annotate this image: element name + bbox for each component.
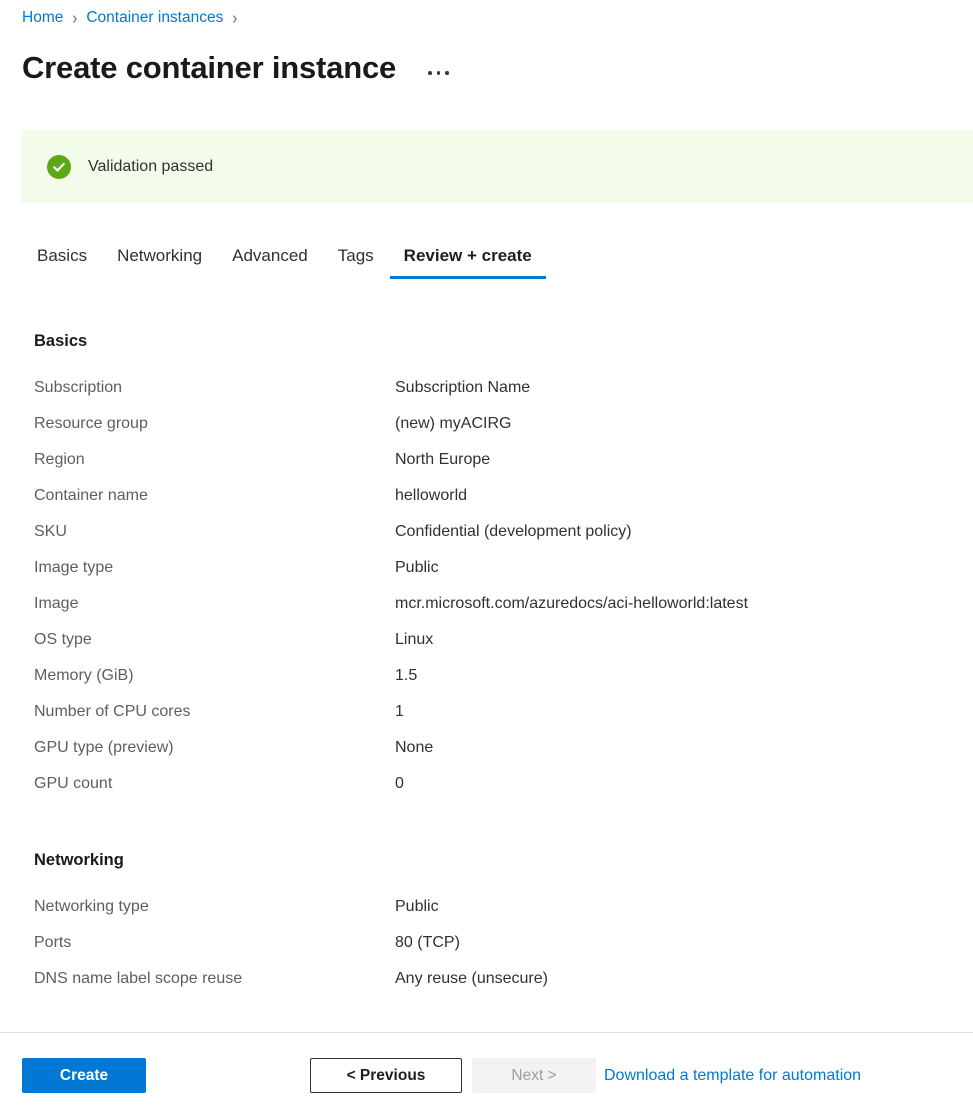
detail-value: helloworld xyxy=(395,487,467,505)
detail-value: 1.5 xyxy=(395,667,417,685)
validation-message: Validation passed xyxy=(88,158,213,176)
detail-row: Resource group (new) myACIRG xyxy=(22,406,748,442)
detail-value: 80 (TCP) xyxy=(395,934,460,952)
detail-label: Networking type xyxy=(22,898,395,916)
next-button: Next > xyxy=(472,1058,596,1093)
detail-row: DNS name label scope reuse Any reuse (un… xyxy=(22,961,548,997)
detail-row: Ports 80 (TCP) xyxy=(22,925,548,961)
ellipsis-icon[interactable] xyxy=(424,67,453,79)
detail-label: GPU count xyxy=(22,775,395,793)
detail-value: Public xyxy=(395,559,439,577)
detail-row: Number of CPU cores 1 xyxy=(22,694,748,730)
detail-value: North Europe xyxy=(395,451,490,469)
detail-label: OS type xyxy=(22,631,395,649)
ellipsis-dot xyxy=(445,71,449,75)
detail-row: OS type Linux xyxy=(22,622,748,658)
detail-value: 1 xyxy=(395,703,404,721)
download-template-link[interactable]: Download a template for automation xyxy=(604,1058,861,1093)
tab-advanced[interactable]: Advanced xyxy=(217,243,323,269)
detail-row: Memory (GiB) 1.5 xyxy=(22,658,748,694)
detail-row: GPU type (preview) None xyxy=(22,730,748,766)
page-header: Create container instance xyxy=(22,44,453,92)
breadcrumb-chevron-icon: › xyxy=(232,8,237,28)
tab-basics[interactable]: Basics xyxy=(22,243,102,269)
tab-networking[interactable]: Networking xyxy=(102,243,217,269)
detail-label: Memory (GiB) xyxy=(22,667,395,685)
validation-banner: Validation passed xyxy=(22,130,973,203)
detail-row: SKU Confidential (development policy) xyxy=(22,514,748,550)
page-title: Create container instance xyxy=(22,46,396,90)
detail-label: Container name xyxy=(22,487,395,505)
detail-label: Ports xyxy=(22,934,395,952)
detail-row: GPU count 0 xyxy=(22,766,748,802)
detail-label: Resource group xyxy=(22,415,395,433)
detail-label: SKU xyxy=(22,523,395,541)
detail-label: Subscription xyxy=(22,379,395,397)
breadcrumb: Home › Container instances › xyxy=(22,6,246,30)
breadcrumb-chevron-icon: › xyxy=(72,8,77,28)
ellipsis-dot xyxy=(437,71,441,75)
ellipsis-dot xyxy=(428,71,432,75)
detail-value: (new) myACIRG xyxy=(395,415,511,433)
detail-row: Container name helloworld xyxy=(22,478,748,514)
detail-label: Number of CPU cores xyxy=(22,703,395,721)
detail-row: Subscription Subscription Name xyxy=(22,370,748,406)
detail-row: Image type Public xyxy=(22,550,748,586)
detail-value: mcr.microsoft.com/azuredocs/aci-hellowor… xyxy=(395,595,748,613)
footer-action-bar: Create < Previous Next > Download a temp… xyxy=(0,1033,973,1119)
detail-label: Image type xyxy=(22,559,395,577)
wizard-tabs: Basics Networking Advanced Tags Review +… xyxy=(22,243,547,287)
section-title: Networking xyxy=(34,851,548,870)
detail-row: Networking type Public xyxy=(22,889,548,925)
detail-value: Subscription Name xyxy=(395,379,530,397)
detail-row: Region North Europe xyxy=(22,442,748,478)
tab-review-create[interactable]: Review + create xyxy=(389,243,547,269)
detail-value: Any reuse (unsecure) xyxy=(395,970,548,988)
detail-label: GPU type (preview) xyxy=(22,739,395,757)
detail-value: Public xyxy=(395,898,439,916)
section-basics: Basics Subscription Subscription Name Re… xyxy=(22,332,748,802)
breadcrumb-item-container-instances[interactable]: Container instances xyxy=(86,9,223,27)
section-networking: Networking Networking type Public Ports … xyxy=(22,851,548,997)
detail-label: Region xyxy=(22,451,395,469)
detail-value: Confidential (development policy) xyxy=(395,523,632,541)
create-button[interactable]: Create xyxy=(22,1058,146,1093)
section-title: Basics xyxy=(34,332,748,351)
detail-value: 0 xyxy=(395,775,404,793)
check-circle-icon xyxy=(47,155,71,179)
detail-label: DNS name label scope reuse xyxy=(22,970,395,988)
previous-button[interactable]: < Previous xyxy=(310,1058,462,1093)
detail-value: None xyxy=(395,739,433,757)
detail-label: Image xyxy=(22,595,395,613)
detail-value: Linux xyxy=(395,631,433,649)
tab-tags[interactable]: Tags xyxy=(323,243,389,269)
breadcrumb-item-home[interactable]: Home xyxy=(22,9,63,27)
detail-row: Image mcr.microsoft.com/azuredocs/aci-he… xyxy=(22,586,748,622)
